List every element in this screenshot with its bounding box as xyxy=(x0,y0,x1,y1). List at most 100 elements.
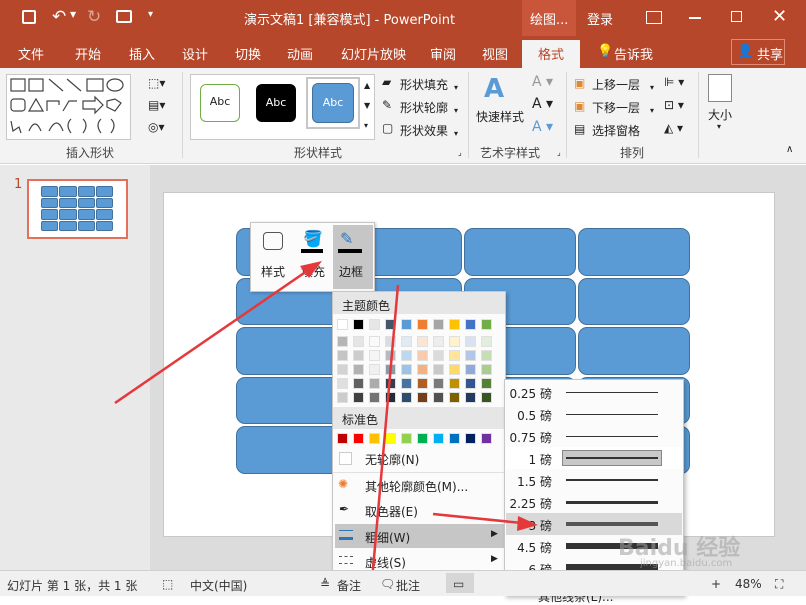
weight-option-label[interactable]: 0.75 磅 xyxy=(508,429,552,446)
comments-button[interactable]: 批注 xyxy=(396,577,420,594)
color-swatch[interactable] xyxy=(417,350,428,361)
tab-slideshow[interactable]: 幻灯片放映 xyxy=(341,44,406,63)
color-swatch[interactable] xyxy=(353,336,364,347)
color-swatch[interactable] xyxy=(369,319,380,330)
color-swatch[interactable] xyxy=(353,350,364,361)
color-swatch[interactable] xyxy=(385,336,396,347)
color-swatch[interactable] xyxy=(449,378,460,389)
color-swatch[interactable] xyxy=(353,364,364,375)
color-swatch[interactable] xyxy=(385,433,396,444)
weight-line-sample[interactable] xyxy=(566,479,658,481)
color-swatch[interactable] xyxy=(401,433,412,444)
zoom-plus-icon[interactable]: + xyxy=(711,577,721,591)
color-swatch[interactable] xyxy=(401,364,412,375)
weight-option-label[interactable]: 4.5 磅 xyxy=(508,539,552,556)
slide-thumbnail[interactable] xyxy=(27,179,128,239)
text-fill-icon[interactable]: A ▾ xyxy=(532,74,553,90)
weight-option-label[interactable]: 1.5 磅 xyxy=(508,473,552,490)
weight-option-label[interactable]: 2.25 磅 xyxy=(508,495,552,512)
weight-line-sample[interactable] xyxy=(566,457,658,459)
fit-slide-icon[interactable]: ⛶ xyxy=(775,577,783,592)
weight-item-highlight[interactable] xyxy=(335,524,504,548)
maximize-icon[interactable] xyxy=(731,11,742,22)
tab-insert[interactable]: 插入 xyxy=(129,44,155,63)
tab-file[interactable]: 文件 xyxy=(18,44,44,63)
color-swatch[interactable] xyxy=(369,336,380,347)
weight-line-sample[interactable] xyxy=(566,500,658,504)
launcher-icon[interactable]: ⌟ xyxy=(458,148,462,157)
color-swatch[interactable] xyxy=(337,319,348,330)
color-swatch[interactable] xyxy=(353,392,364,403)
weight-option-label[interactable]: 0.25 磅 xyxy=(508,385,552,402)
color-swatch[interactable] xyxy=(369,392,380,403)
style-black[interactable]: Abc xyxy=(256,84,296,122)
mini-fill-button[interactable]: 填充 xyxy=(301,263,325,280)
dashes-item[interactable]: 虚线(S) xyxy=(365,554,406,571)
launcher-icon[interactable]: ⌟ xyxy=(557,148,561,157)
color-swatch[interactable] xyxy=(337,433,348,444)
merge-shapes-icon[interactable]: ◎▾ xyxy=(148,120,165,134)
tab-design[interactable]: 设计 xyxy=(182,44,208,63)
more-colors-item[interactable]: 其他轮廓颜色(M)... xyxy=(365,478,468,495)
color-swatch[interactable] xyxy=(417,392,428,403)
shape-effects-button[interactable]: 形状效果 xyxy=(400,122,448,139)
weight-line-sample[interactable] xyxy=(566,413,658,415)
shapes-gallery[interactable] xyxy=(6,74,131,140)
color-swatch[interactable] xyxy=(369,364,380,375)
close-icon[interactable]: ✕ xyxy=(772,6,787,27)
group-icon[interactable]: ⊡ ▾ xyxy=(664,98,684,112)
color-swatch[interactable] xyxy=(385,319,396,330)
no-outline-item[interactable]: 无轮廓(N) xyxy=(365,451,419,468)
color-swatch[interactable] xyxy=(449,336,460,347)
zoom-level[interactable]: 48% xyxy=(735,577,762,591)
shape-fill-button[interactable]: 形状填充 xyxy=(400,76,448,93)
color-swatch[interactable] xyxy=(481,319,492,330)
color-swatch[interactable] xyxy=(353,433,364,444)
color-swatch[interactable] xyxy=(465,319,476,330)
color-swatch[interactable] xyxy=(481,392,492,403)
color-swatch[interactable] xyxy=(353,378,364,389)
color-swatch[interactable] xyxy=(465,350,476,361)
color-swatch[interactable] xyxy=(465,378,476,389)
quick-styles-icon[interactable]: A xyxy=(484,74,504,104)
color-swatch[interactable] xyxy=(433,433,444,444)
color-swatch[interactable] xyxy=(481,433,492,444)
color-swatch[interactable] xyxy=(369,433,380,444)
weight-option-label[interactable]: 1 磅 xyxy=(508,451,552,468)
align-icon[interactable]: ⊫ ▾ xyxy=(664,75,684,89)
color-swatch[interactable] xyxy=(401,336,412,347)
customize-qat-icon[interactable]: ▾ xyxy=(148,9,153,20)
rounded-rect-shape[interactable] xyxy=(578,228,690,276)
color-swatch[interactable] xyxy=(417,433,428,444)
color-swatch[interactable] xyxy=(337,350,348,361)
color-swatch[interactable] xyxy=(481,336,492,347)
color-swatch[interactable] xyxy=(385,392,396,403)
color-swatch[interactable] xyxy=(401,350,412,361)
color-swatch[interactable] xyxy=(465,364,476,375)
color-swatch[interactable] xyxy=(385,350,396,361)
undo-icon[interactable]: ↶ xyxy=(52,7,66,27)
weight-line-sample[interactable] xyxy=(566,391,658,393)
rounded-rect-shape[interactable] xyxy=(578,327,690,375)
login-link[interactable]: 登录 xyxy=(587,9,613,28)
text-effects-icon[interactable]: A ▾ xyxy=(532,119,553,135)
color-swatch[interactable] xyxy=(337,392,348,403)
color-swatch[interactable] xyxy=(417,378,428,389)
size-button[interactable]: 大小 xyxy=(708,106,732,123)
rounded-rect-shape[interactable] xyxy=(578,277,690,326)
color-swatch[interactable] xyxy=(449,319,460,330)
size-icon[interactable] xyxy=(708,74,732,102)
color-swatch[interactable] xyxy=(449,364,460,375)
tab-transitions[interactable]: 切换 xyxy=(235,44,261,63)
undo-dropdown-icon[interactable]: ▼ xyxy=(70,10,76,19)
color-swatch[interactable] xyxy=(465,433,476,444)
slideshow-icon[interactable] xyxy=(116,10,132,23)
gallery-scroll-icon[interactable]: ▲ ▼ ▾ xyxy=(364,76,370,136)
color-swatch[interactable] xyxy=(417,319,428,330)
weight-line-sample[interactable] xyxy=(566,435,658,437)
style-outline-green[interactable]: Abc xyxy=(200,84,240,122)
color-swatch[interactable] xyxy=(433,336,444,347)
color-swatch[interactable] xyxy=(369,378,380,389)
weight-line-sample[interactable] xyxy=(566,522,658,526)
color-swatch[interactable] xyxy=(401,319,412,330)
